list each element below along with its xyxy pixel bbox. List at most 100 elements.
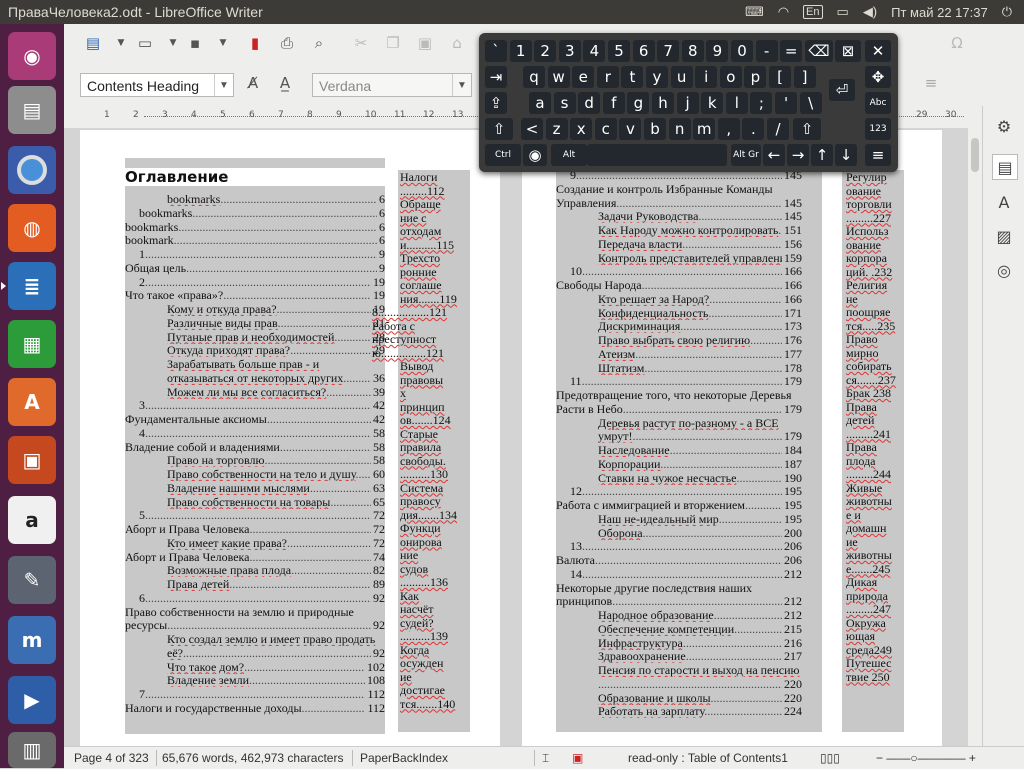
toc-column-line[interactable]: .........227 [846, 211, 891, 225]
arrow-left-icon[interactable]: ← [763, 144, 785, 166]
paragraph-align-icon[interactable]: ≡ [920, 72, 942, 94]
copy-icon[interactable]: ❐ [382, 32, 404, 54]
toc-entry[interactable]: 1.......................................… [139, 247, 385, 261]
toc-column-line[interactable]: домашн [846, 521, 886, 535]
toc-column-line[interactable]: правосу [400, 494, 441, 508]
toc-column-line[interactable]: Права [846, 440, 877, 454]
toc-entry[interactable]: 2.......................................… [139, 274, 385, 289]
toc-column-line[interactable]: ю...............121 [372, 346, 444, 360]
arrow-right-icon[interactable]: → [787, 144, 809, 166]
toc-entry[interactable]: Владение собой и владениями.............… [125, 439, 385, 454]
toc-entry[interactable]: Кому и откуда права?....................… [167, 302, 385, 316]
toc-column-line[interactable]: ние [400, 548, 418, 562]
print-icon[interactable]: ⎙ [276, 32, 298, 54]
battery-icon[interactable]: ▭ [837, 4, 849, 20]
key-4[interactable]: 4 [583, 40, 606, 62]
toc-column-line[interactable]: Дикая [846, 575, 877, 589]
word-count[interactable]: 65,676 words, 462,973 characters [162, 751, 343, 765]
key-d[interactable]: d [578, 92, 601, 114]
toc-column-line[interactable]: Когда [400, 643, 429, 657]
toc-column-line[interactable]: ование [846, 184, 881, 198]
key-r[interactable]: r [596, 66, 619, 88]
key-'[interactable]: ' [775, 92, 797, 114]
network-icon[interactable]: ◠ [778, 4, 789, 20]
toc-entry[interactable]: 10......................................… [570, 264, 802, 279]
toc-entry[interactable]: ресурсы.................................… [125, 618, 385, 633]
toc-entry[interactable]: 5.......................................… [139, 508, 385, 523]
toc-entry[interactable]: Валюта..................................… [556, 553, 802, 567]
toc-column-line[interactable]: природа [846, 589, 888, 603]
toc-column-line[interactable]: среда249 [846, 643, 892, 657]
key-9[interactable]: 9 [706, 40, 729, 62]
toc-column-line[interactable]: 8.................121 [372, 305, 447, 319]
keyboard-layout-indicator[interactable]: En [803, 5, 823, 19]
toc-entry[interactable]: Право на торговлю.......................… [167, 453, 385, 468]
toc-entry[interactable]: Деревья растут по-разному - а ВСЕ [598, 416, 802, 430]
alt-key[interactable]: Alt [551, 144, 587, 166]
cut-icon[interactable]: ✂ [350, 32, 372, 54]
toc-column-line[interactable]: Налоги [400, 170, 437, 184]
toc-entry[interactable]: Откуда приходят права?..................… [167, 343, 385, 358]
toc-column-line[interactable]: .........247 [846, 602, 891, 616]
toc-entry[interactable]: Конфиденциальность......................… [598, 305, 802, 320]
page-style[interactable]: PaperBackIndex [360, 751, 448, 765]
toc-entry[interactable]: Владение нашими мыслями.................… [167, 480, 385, 495]
key-m[interactable]: m [693, 118, 716, 140]
key-h[interactable]: h [652, 92, 674, 114]
key-1[interactable]: 1 [509, 40, 532, 62]
toc-column-line[interactable]: насчёт [400, 602, 433, 616]
toc-entry[interactable]: bookmarks...............................… [125, 219, 385, 234]
toc-entry[interactable]: Фундаментальные аксиомы.................… [125, 412, 385, 426]
toc-column-line[interactable]: е.......245 [846, 562, 890, 576]
new-dropdown-icon[interactable]: ▼ [110, 32, 132, 54]
vertical-scrollbar[interactable] [968, 128, 982, 746]
clear-icon[interactable]: ⊠ [835, 40, 861, 62]
toc-entry[interactable]: Кто создал землю и имеет право продать [167, 632, 385, 646]
toc-column-line[interactable]: собирать [846, 359, 892, 373]
close-keyboard-icon[interactable]: ✕ [865, 40, 891, 62]
key-7[interactable]: 7 [657, 40, 680, 62]
toc-column-line[interactable]: х [400, 386, 406, 400]
arrow-up-icon[interactable]: ↑ [811, 144, 833, 166]
toc-column-line[interactable]: тся.......140 [400, 697, 455, 711]
toc-column-line[interactable]: Окружа [846, 616, 886, 630]
document-canvas[interactable]: Оглавление bookmarks....................… [64, 128, 968, 746]
toc-column-line[interactable]: Как [400, 589, 419, 603]
toc-entry[interactable]: отказываться от некоторых других........… [167, 370, 385, 385]
zoom-slider[interactable]: − ——○———— + [876, 751, 976, 765]
key-o[interactable]: o [719, 66, 742, 88]
keyboard-menu-icon[interactable]: ≡ [865, 144, 891, 166]
toc-entry[interactable]: Общая цель..............................… [125, 260, 385, 275]
toc-column-line[interactable]: тся.....235 [846, 319, 895, 333]
toc-column-line[interactable]: твие 250 [846, 670, 890, 684]
print-preview-icon[interactable]: ⌕ [308, 32, 330, 54]
toc-column-line[interactable]: Права [846, 400, 877, 414]
toc-entry[interactable]: Предотвращение того, что некоторые Дерев… [556, 388, 802, 402]
enter-icon[interactable]: ⏎ [829, 79, 855, 101]
key-.[interactable]: . [742, 118, 765, 140]
toc-column-line[interactable]: отходам [400, 224, 441, 238]
toc-entry[interactable]: Аборт и Права Человека..................… [125, 549, 385, 564]
libreoffice-writer-icon[interactable]: ≣ [1, 262, 56, 310]
key-j[interactable]: j [676, 92, 699, 114]
key-w[interactable]: w [547, 66, 570, 88]
toc-entry[interactable]: Право собственности на товары...........… [167, 494, 385, 509]
key-f[interactable]: f [602, 92, 625, 114]
key-v[interactable]: v [619, 118, 642, 140]
toc-entry[interactable]: Контроль представителей управления......… [598, 250, 802, 265]
toc-column-line[interactable]: корпора [846, 251, 887, 265]
toc-entry[interactable]: Право собственности на землю и природные [125, 605, 385, 619]
toc-column-line[interactable]: Система [400, 481, 443, 495]
toc-column-line[interactable]: судей? [400, 616, 434, 630]
volume-icon[interactable]: ◀) [863, 4, 877, 20]
toc-column-line[interactable]: .........112 [400, 184, 445, 198]
toc-entry[interactable]: 7.......................................… [139, 687, 385, 701]
chevron-down-icon[interactable]: ▼ [214, 74, 233, 96]
page-count[interactable]: Page 4 of 323 [74, 751, 149, 765]
toc-column-line[interactable]: ..........136 [400, 575, 448, 589]
insert-mode-icon[interactable]: ⌶ [542, 751, 549, 766]
toc-column-line[interactable]: мирно [846, 346, 878, 360]
toc-column-line[interactable]: правила [400, 440, 441, 454]
altgr-key[interactable]: Alt Gr [731, 144, 761, 166]
key-l[interactable]: l [725, 92, 748, 114]
